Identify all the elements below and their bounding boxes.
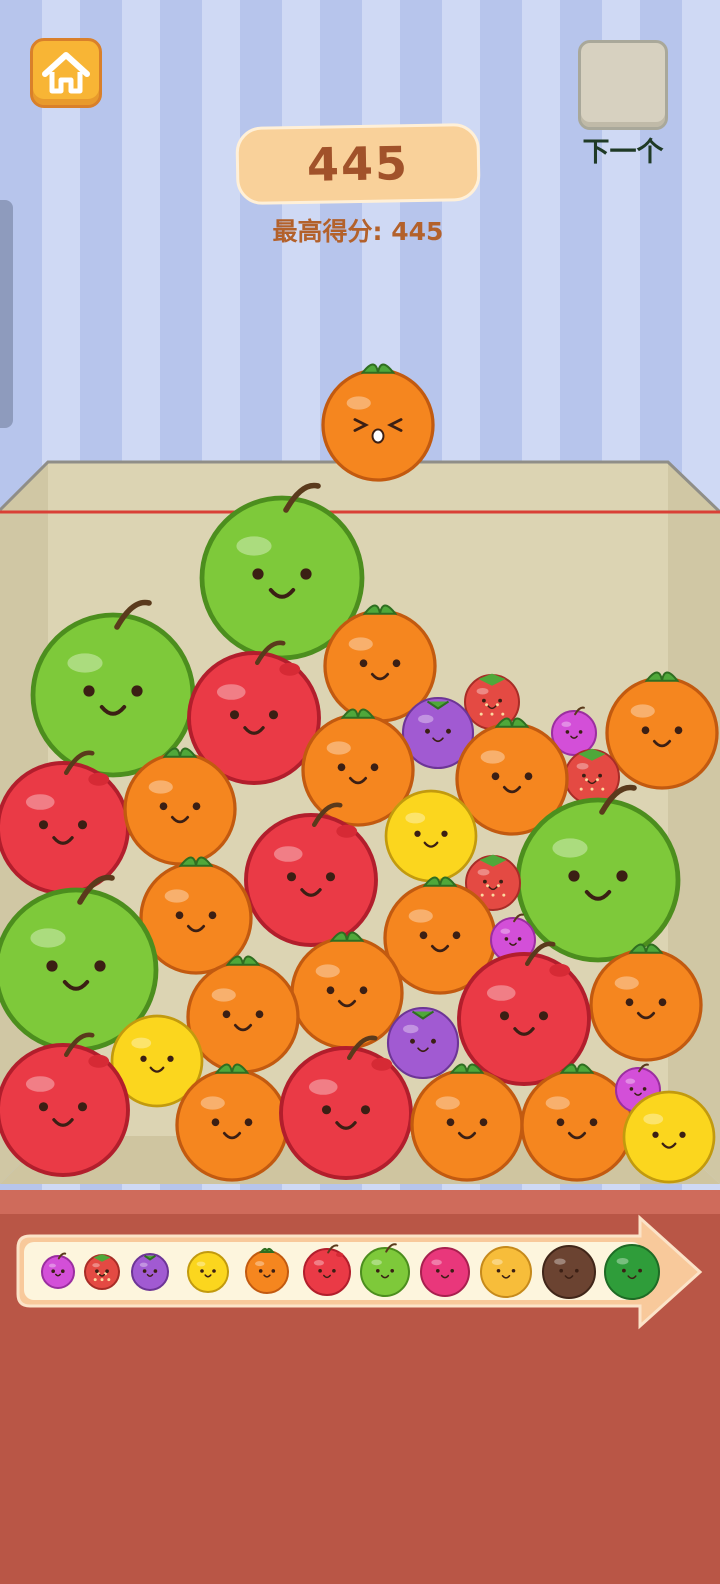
grape-fruit — [131, 1253, 169, 1291]
fruit-evolution-bar — [16, 1214, 703, 1330]
pineapple-fruit — [480, 1246, 532, 1298]
watermelon-fruit — [604, 1244, 660, 1300]
strawberry-fruit — [84, 1254, 120, 1290]
lemon-fruit — [187, 1251, 229, 1293]
coconut-fruit — [542, 1245, 596, 1299]
dragon-fruit-fruit — [420, 1247, 470, 1297]
